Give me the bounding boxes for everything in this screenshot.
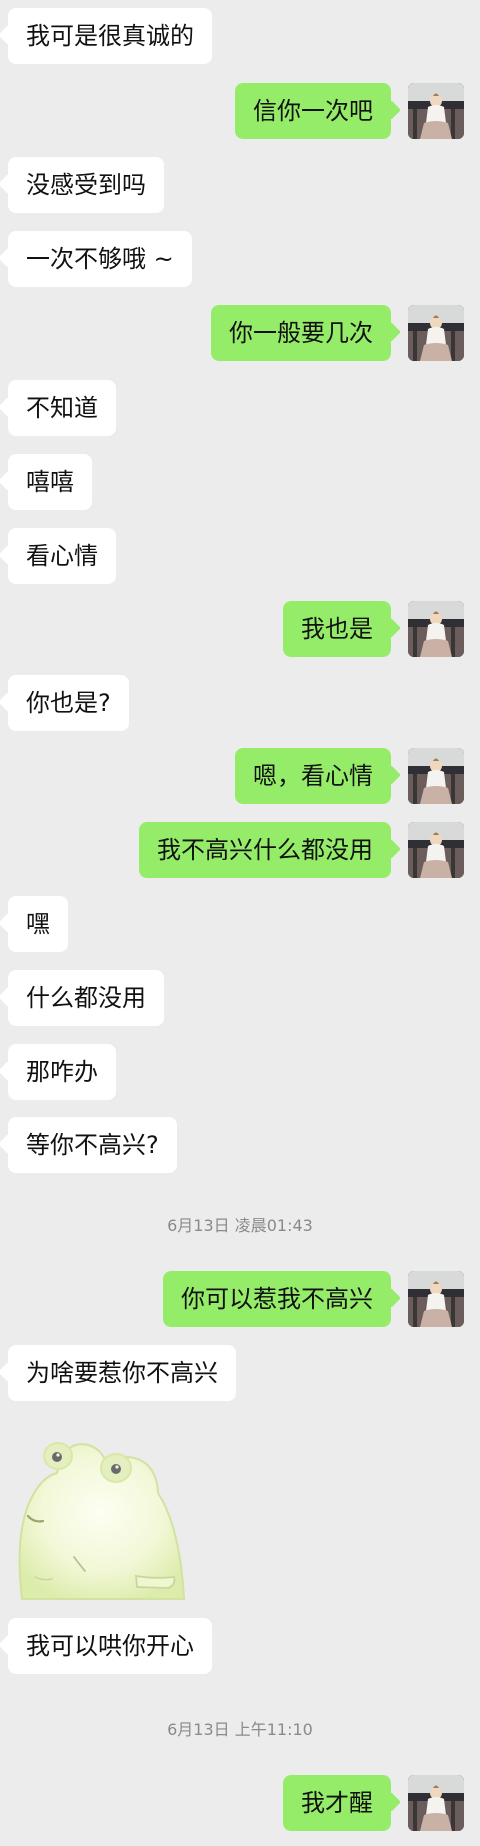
- incoming-message: 那咋办: [0, 1044, 480, 1100]
- avatar-image: [408, 83, 464, 139]
- user-avatar[interactable]: [408, 601, 464, 657]
- incoming-message: 没感受到吗: [0, 157, 480, 213]
- message-bubble[interactable]: 你可以惹我不高兴: [163, 1271, 391, 1327]
- message-text: 什么都没用: [26, 984, 146, 1012]
- avatar-image: [408, 822, 464, 878]
- message-bubble[interactable]: 信你一次吧: [235, 83, 391, 139]
- message-text: 等你不高兴?: [26, 1131, 159, 1159]
- message-bubble[interactable]: 等你不高兴?: [8, 1117, 177, 1173]
- outgoing-message: 你可以惹我不高兴: [0, 1271, 480, 1327]
- user-avatar[interactable]: [408, 1271, 464, 1327]
- message-bubble[interactable]: 那咋办: [8, 1044, 116, 1100]
- incoming-message: 你也是?: [0, 675, 480, 731]
- avatar-image: [408, 305, 464, 361]
- timestamp: 6月13日 上午11:10: [167, 1720, 313, 1739]
- message-bubble[interactable]: 我可是很真诚的: [8, 8, 212, 64]
- incoming-message: 为啥要惹你不高兴: [0, 1345, 480, 1401]
- incoming-message: 不知道: [0, 380, 480, 436]
- incoming-message: 看心情: [0, 528, 480, 584]
- timestamp: 6月13日 凌晨01:43: [167, 1216, 313, 1235]
- message-bubble[interactable]: 什么都没用: [8, 970, 164, 1026]
- incoming-message: 我可以哄你开心: [0, 1618, 480, 1674]
- message-text: 你也是?: [26, 689, 111, 717]
- user-avatar[interactable]: [408, 822, 464, 878]
- outgoing-message: 我才醒: [0, 1775, 480, 1831]
- message-bubble[interactable]: 你也是?: [8, 675, 129, 731]
- message-text: 我不高兴什么都没用: [157, 836, 373, 864]
- chat-message-list[interactable]: 我可是很真诚的 信你一次吧 没感受到吗 一次不够哦 ~ 你一般要几次 不知道 嘻…: [0, 0, 480, 1846]
- message-bubble[interactable]: 嘻嘻: [8, 454, 92, 510]
- message-text: 为啥要惹你不高兴: [26, 1359, 218, 1387]
- incoming-message: 等你不高兴?: [0, 1117, 480, 1173]
- message-text: 你一般要几次: [229, 319, 373, 347]
- frog-image: [18, 1442, 186, 1600]
- incoming-message: 一次不够哦 ~: [0, 231, 480, 287]
- user-avatar[interactable]: [408, 305, 464, 361]
- avatar-image: [408, 601, 464, 657]
- avatar-image: [408, 748, 464, 804]
- user-avatar[interactable]: [408, 83, 464, 139]
- message-bubble[interactable]: 看心情: [8, 528, 116, 584]
- message-text: 嘿: [26, 910, 50, 938]
- frog-sticker[interactable]: [8, 1415, 194, 1601]
- incoming-message: 什么都没用: [0, 970, 480, 1026]
- message-bubble[interactable]: 我才醒: [283, 1775, 391, 1831]
- message-bubble[interactable]: 没感受到吗: [8, 157, 164, 213]
- user-avatar[interactable]: [408, 748, 464, 804]
- message-text: 我也是: [301, 615, 373, 643]
- message-bubble[interactable]: 嗯，看心情: [235, 748, 391, 804]
- message-text: 你可以惹我不高兴: [181, 1285, 373, 1313]
- message-text: 嘻嘻: [26, 468, 74, 496]
- message-bubble[interactable]: 我不高兴什么都没用: [139, 822, 391, 878]
- message-text: 我才醒: [301, 1789, 373, 1817]
- message-text: 不知道: [26, 394, 98, 422]
- incoming-message: 我可是很真诚的: [0, 8, 480, 64]
- incoming-message: 嘻嘻: [0, 454, 480, 510]
- message-bubble[interactable]: 不知道: [8, 380, 116, 436]
- outgoing-message: 我也是: [0, 601, 480, 657]
- message-text: 我可以哄你开心: [26, 1632, 194, 1660]
- message-bubble[interactable]: 我也是: [283, 601, 391, 657]
- outgoing-message: 信你一次吧: [0, 83, 480, 139]
- message-bubble[interactable]: 一次不够哦 ~: [8, 231, 192, 287]
- outgoing-message: 我不高兴什么都没用: [0, 822, 480, 878]
- message-bubble[interactable]: 我可以哄你开心: [8, 1618, 212, 1674]
- message-text: 那咋办: [26, 1058, 98, 1086]
- message-bubble[interactable]: 你一般要几次: [211, 305, 391, 361]
- user-avatar[interactable]: [408, 1775, 464, 1831]
- avatar-image: [408, 1271, 464, 1327]
- message-text: 一次不够哦 ~: [26, 245, 174, 273]
- message-text: 看心情: [26, 542, 98, 570]
- message-text: 我可是很真诚的: [26, 22, 194, 50]
- incoming-message: 嘿: [0, 896, 480, 952]
- message-bubble[interactable]: 为啥要惹你不高兴: [8, 1345, 236, 1401]
- avatar-image: [408, 1775, 464, 1831]
- outgoing-message: 嗯，看心情: [0, 748, 480, 804]
- outgoing-message: 你一般要几次: [0, 305, 480, 361]
- message-text: 嗯，看心情: [253, 762, 373, 790]
- message-text: 信你一次吧: [253, 97, 373, 125]
- message-bubble[interactable]: 嘿: [8, 896, 68, 952]
- message-text: 没感受到吗: [26, 171, 146, 199]
